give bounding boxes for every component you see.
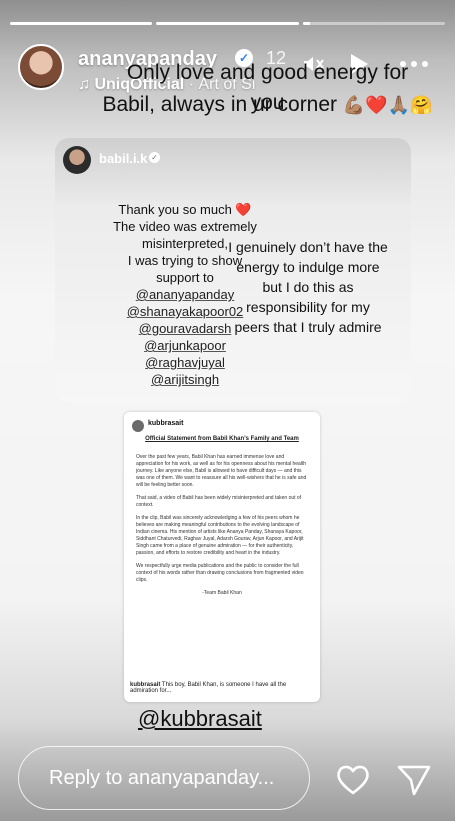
mention-link[interactable]: @arijitsingh [75, 371, 295, 388]
card-line: energy to indulge more [236, 259, 380, 275]
card-line: responsibility for my [246, 299, 370, 315]
heart-icon[interactable] [333, 760, 373, 800]
statement-body: Over the past few years, Babil Khan has … [136, 454, 308, 603]
card-line: but I do this as [262, 279, 354, 295]
statement-paragraph: Over the past few years, Babil Khan has … [136, 454, 307, 488]
card-line: The video was extremely [113, 219, 257, 234]
progress-segment [302, 22, 445, 25]
music-note-icon: ♫ [78, 76, 95, 93]
statement-paragraph: We respectfully urge media publications … [136, 563, 304, 583]
story-view[interactable]: ananyapanday ✓ 12 ♫ UniqOfficial · Art o… [0, 0, 455, 821]
story-progress [10, 22, 445, 25]
progress-segment [156, 22, 299, 25]
reply-input[interactable]: Reply to ananyapanday... [18, 746, 310, 810]
card-line: peers that I truly admire [234, 319, 382, 335]
caption-emoji: 💪🏽❤️🙏🏽🤗 [342, 95, 433, 115]
progress-segment [10, 22, 153, 25]
reply-placeholder: Reply to ananyapanday... [49, 767, 275, 789]
statement-sign: -Team Babil Khan [202, 590, 242, 596]
mention-link[interactable]: @raghavjuyal [75, 354, 295, 371]
statement-title: Official Statement from Babil Khan’s Fam… [145, 436, 299, 442]
statement-username: kubbrasait [148, 420, 184, 427]
mention-tag[interactable]: @kubbrasait [138, 706, 262, 732]
reshared-story-card[interactable]: babil.i.k ✓ Thank you so much ❤️ The vid… [55, 138, 411, 403]
mention-link[interactable]: @arjunkapoor [75, 337, 295, 354]
card-line: I genuinely don’t have the [228, 239, 388, 255]
caption-line-2: Babil, always in ur corner 💪🏽❤️🙏🏽🤗 [100, 90, 435, 120]
card-username: babil.i.k [99, 151, 148, 166]
avatar[interactable] [18, 44, 64, 90]
statement-avatar [132, 420, 144, 432]
send-icon[interactable] [394, 760, 434, 800]
card-right-text: I genuinely don’t have the energy to ind… [213, 237, 403, 337]
statement-post-card[interactable]: kubbrasait Official Statement from Babil… [124, 412, 320, 702]
caption-text: Babil, always in ur corner [102, 93, 338, 116]
card-avatar [63, 146, 91, 174]
card-line: Thank you so much ❤️ [118, 202, 252, 217]
verified-badge-icon: ✓ [149, 152, 160, 163]
statement-paragraph: That said, a video of Babil has been wid… [136, 495, 302, 508]
statement-footer: kubbrasait This boy, Babil Khan, is some… [130, 682, 314, 694]
statement-paragraph: In the clip, Babil was sincerely acknowl… [136, 515, 304, 556]
